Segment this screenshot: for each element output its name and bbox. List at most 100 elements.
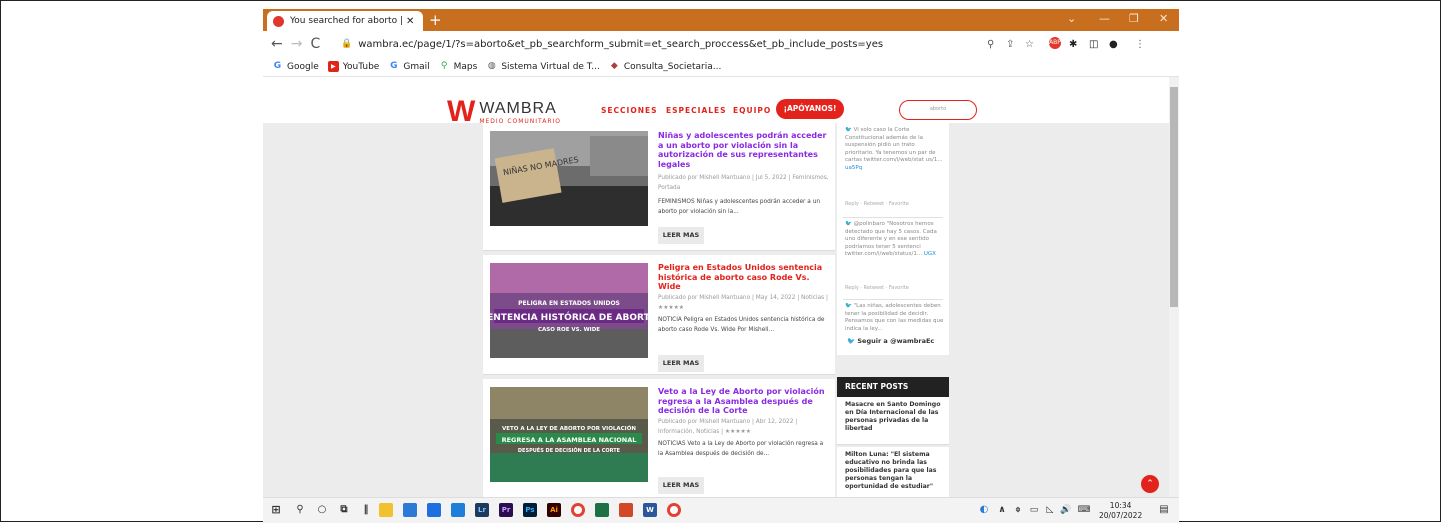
- browser-tab[interactable]: You searched for aborto | Wamb ✕: [267, 11, 423, 31]
- file-explorer-icon[interactable]: [379, 503, 393, 517]
- tweet-text: "Las niñas, adolescentes deben tener la …: [845, 303, 944, 331]
- chrome-icon[interactable]: [571, 503, 585, 517]
- scrollbar-thumb[interactable]: [1170, 87, 1178, 307]
- menu-secciones[interactable]: SECCIONES: [601, 106, 658, 115]
- wambra-favicon-icon: [273, 15, 284, 27]
- bookmarks-bar: G Google ▶ YouTube G Gmail ⚲ Maps ◍ Sistema V…: [263, 57, 1179, 77]
- follow-link[interactable]: 🐦 Seguir a @wambraEc: [847, 337, 934, 345]
- web-page: W WAMBRA MEDIO COMUNITARIO SECCIONES ESP…: [263, 77, 1169, 497]
- back-to-top-button[interactable]: ⌃: [1141, 475, 1159, 493]
- bookmark-consulta-societaria[interactable]: ◆ Consulta_Societaria...: [609, 61, 721, 72]
- google-g-icon: G: [390, 61, 398, 71]
- photoshop-icon[interactable]: Ps: [523, 503, 537, 517]
- menu-kebab-icon[interactable]: ⋮: [1135, 39, 1145, 50]
- word-icon[interactable]: W: [643, 503, 657, 517]
- image-line-1: PELIGRA EN ESTADOS UNIDOS: [518, 300, 620, 307]
- lock-icon: 🔒: [341, 39, 353, 49]
- widgets-icon[interactable]: ‖: [359, 503, 373, 517]
- bookmark-sistema-virtual[interactable]: ◍ Sistema Virtual de T...: [486, 61, 600, 72]
- recent-post-link[interactable]: Masacre en Santo Domingo en Día Internac…: [837, 397, 949, 445]
- windows-taskbar: ⊞ ⚲ ○ ⧉ ‖ Lr Pr Ps Ai W ◐ ∧ ⌽ ▭ ◺ 🔊 ⌨ 10…: [263, 497, 1179, 523]
- maps-pin-icon: ⚲: [440, 61, 448, 71]
- tray-chevron-icon[interactable]: ∧: [995, 503, 1009, 517]
- back-icon[interactable]: ←: [271, 36, 283, 52]
- system-tray-app-icon[interactable]: ◐: [977, 503, 991, 517]
- keyboard-icon[interactable]: ⌨: [1077, 503, 1091, 517]
- bookmark-label: Consulta_Societaria...: [623, 61, 722, 72]
- youtube-icon: ▶: [327, 61, 339, 72]
- illustrator-icon[interactable]: Ai: [547, 503, 561, 517]
- bookmark-label: Gmail: [403, 61, 430, 72]
- photos-icon[interactable]: [451, 503, 465, 517]
- leer-mas-button[interactable]: LEER MAS: [658, 477, 704, 494]
- share-icon[interactable]: ⇪: [1006, 39, 1014, 50]
- post-excerpt: NOTICIAS Veto a la Ley de Aborto por vio…: [658, 441, 824, 457]
- tab-close-icon[interactable]: ✕: [406, 16, 414, 27]
- post-title[interactable]: Peligra en Estados Unidos sentencia hist…: [658, 263, 828, 292]
- taskbar-clock[interactable]: 10:34 20/07/2022: [1099, 501, 1142, 521]
- menu-equipo[interactable]: EQUIPO: [733, 106, 771, 115]
- tweet-actions[interactable]: Reply · Retweet · Favorite: [845, 285, 945, 293]
- forward-icon[interactable]: →: [291, 36, 303, 52]
- post-excerpt: NOTICIA Peligra en Estados Unidos senten…: [658, 317, 825, 333]
- bookmark-gmail[interactable]: G Gmail: [388, 61, 429, 72]
- tweet-actions[interactable]: Reply · Retweet · Favorite: [845, 201, 945, 209]
- wifi-icon[interactable]: ◺: [1043, 503, 1057, 517]
- leer-mas-button[interactable]: LEER MAS: [658, 355, 704, 372]
- notifications-icon[interactable]: ▤: [1157, 503, 1171, 517]
- leer-mas-button[interactable]: LEER MAS: [658, 227, 704, 244]
- tweet-link[interactable]: ua5Pq: [845, 165, 862, 171]
- address-bar[interactable]: 🔒 wambra.ec/page/1/?s=aborto&et_pb_searc…: [341, 35, 947, 53]
- tweet-link[interactable]: UGX: [924, 251, 936, 257]
- new-tab-button[interactable]: +: [429, 11, 442, 29]
- close-window-icon[interactable]: ✕: [1159, 12, 1168, 25]
- bookmark-star-icon[interactable]: ☆: [1025, 39, 1034, 50]
- windows-start-icon[interactable]: ⊞: [269, 503, 283, 517]
- task-view-icon[interactable]: ⧉: [337, 503, 351, 517]
- logo-name: WAMBRA: [479, 99, 557, 117]
- image-line-2: SENTENCIA HISTÓRICA DE ABORTO: [490, 311, 648, 323]
- bookmark-youtube[interactable]: ▶ YouTube: [327, 61, 379, 72]
- cortana-icon[interactable]: ○: [315, 503, 329, 517]
- tab-strip: You searched for aborto | Wamb ✕ + ⌄ — ❐…: [263, 9, 1179, 31]
- chrome-active-icon[interactable]: [667, 503, 681, 517]
- powerpoint-icon[interactable]: [619, 503, 633, 517]
- minimize-icon[interactable]: —: [1099, 12, 1110, 25]
- premiere-icon[interactable]: Pr: [499, 503, 513, 517]
- restore-icon[interactable]: ❐: [1129, 12, 1139, 25]
- extensions-puzzle-icon[interactable]: ✱: [1069, 39, 1077, 50]
- diamond-icon: ◆: [610, 61, 618, 71]
- zoom-icon[interactable]: ⚲: [987, 39, 994, 50]
- recent-post-link[interactable]: Milton Luna: "El sistema educativo no br…: [837, 447, 949, 497]
- post-title[interactable]: Veto a la Ley de Aborto por violación re…: [658, 387, 828, 416]
- store-icon[interactable]: [403, 503, 417, 517]
- browser-toolbar: ← → C 🔒 wambra.ec/page/1/?s=aborto&et_pb…: [263, 31, 1179, 57]
- post-meta: Publicado por Mishell Mantuano | Jul 5, …: [658, 175, 829, 191]
- menu-especiales[interactable]: ESPECIALES: [666, 106, 727, 115]
- clock-date: 20/07/2022: [1099, 511, 1143, 520]
- site-search-input[interactable]: aborto: [899, 100, 977, 120]
- excel-icon[interactable]: [595, 503, 609, 517]
- bookmark-google[interactable]: G Google: [272, 61, 319, 72]
- post-image[interactable]: PELIGRA EN ESTADOS UNIDOS SENTENCIA HIST…: [490, 263, 648, 358]
- profile-avatar-icon[interactable]: ●: [1109, 39, 1118, 50]
- side-panel-icon[interactable]: ◫: [1089, 39, 1098, 50]
- post-image[interactable]: NIÑAS NO MADRES: [490, 131, 648, 226]
- search-icon[interactable]: ⚲: [293, 503, 307, 517]
- apoyanos-button[interactable]: ¡APÓYANOS!: [776, 99, 844, 119]
- lightroom-icon[interactable]: Lr: [475, 503, 489, 517]
- usb-icon[interactable]: ⌽: [1011, 503, 1025, 517]
- reload-icon[interactable]: C: [310, 36, 320, 52]
- battery-icon[interactable]: ▭: [1027, 503, 1041, 517]
- volume-icon[interactable]: 🔊: [1059, 503, 1073, 517]
- tab-search-icon[interactable]: ⌄: [1067, 12, 1076, 25]
- post-image[interactable]: VETO A LA LEY DE ABORTO POR VIOLACIÓN RE…: [490, 387, 648, 482]
- search-result-post: PELIGRA EN ESTADOS UNIDOS SENTENCIA HIST…: [483, 255, 835, 375]
- bookmark-label: Sistema Virtual de T...: [501, 61, 600, 72]
- tweet-text: Vi solo caso la Corte Constitucional ade…: [845, 127, 943, 163]
- page-scrollbar[interactable]: [1169, 77, 1179, 497]
- post-title[interactable]: Niñas y adolescentes podrán acceder a un…: [658, 131, 828, 169]
- bookmark-maps[interactable]: ⚲ Maps: [439, 61, 477, 72]
- mail-icon[interactable]: [427, 503, 441, 517]
- adblock-icon[interactable]: ABP: [1049, 37, 1061, 49]
